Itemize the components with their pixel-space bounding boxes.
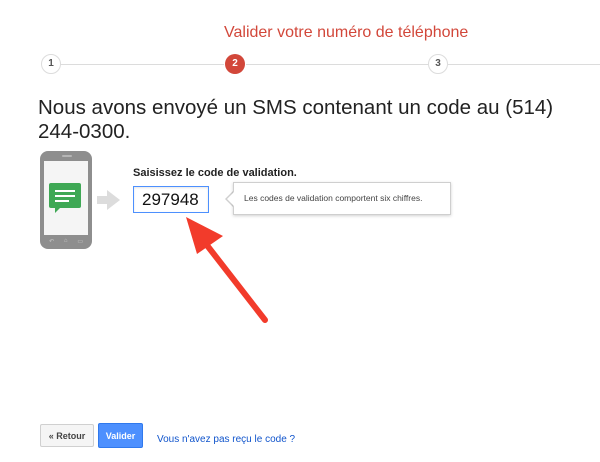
validation-code-input[interactable] [133, 186, 209, 213]
code-not-received-link[interactable]: Vous n'avez pas reçu le code ? [157, 434, 295, 445]
red-pointer-arrow-icon [186, 217, 268, 323]
step-connector [60, 64, 224, 65]
step-1-indicator: 1 [41, 54, 61, 74]
arrow-right-icon-head [107, 190, 120, 210]
step-connector [448, 64, 600, 65]
phone-nav-bar: ↶ ⌂ ▭ [44, 235, 88, 247]
back-icon: ↶ [48, 238, 54, 245]
arrow-right-icon [97, 196, 107, 204]
step-2-indicator: 2 [225, 54, 245, 74]
home-icon: ⌂ [63, 238, 68, 244]
back-button[interactable]: « Retour [40, 424, 94, 447]
sms-bubble-tail [55, 208, 60, 213]
code-field-label: Saisissez le code de validation. [133, 167, 297, 179]
step-3-indicator: 3 [428, 54, 448, 74]
submit-button[interactable]: Valider [98, 423, 143, 448]
page-headline: Nous avons envoyé un SMS contenant un co… [38, 96, 554, 143]
validation-hint-tooltip: Les codes de validation comportent six c… [233, 182, 451, 215]
tooltip-pointer-fill [227, 192, 234, 206]
phone-speaker [62, 155, 72, 157]
step-title: Valider votre numéro de téléphone [224, 24, 469, 41]
recent-apps-icon: ▭ [77, 238, 84, 245]
step-connector [246, 64, 428, 65]
sms-message-icon [49, 183, 81, 208]
